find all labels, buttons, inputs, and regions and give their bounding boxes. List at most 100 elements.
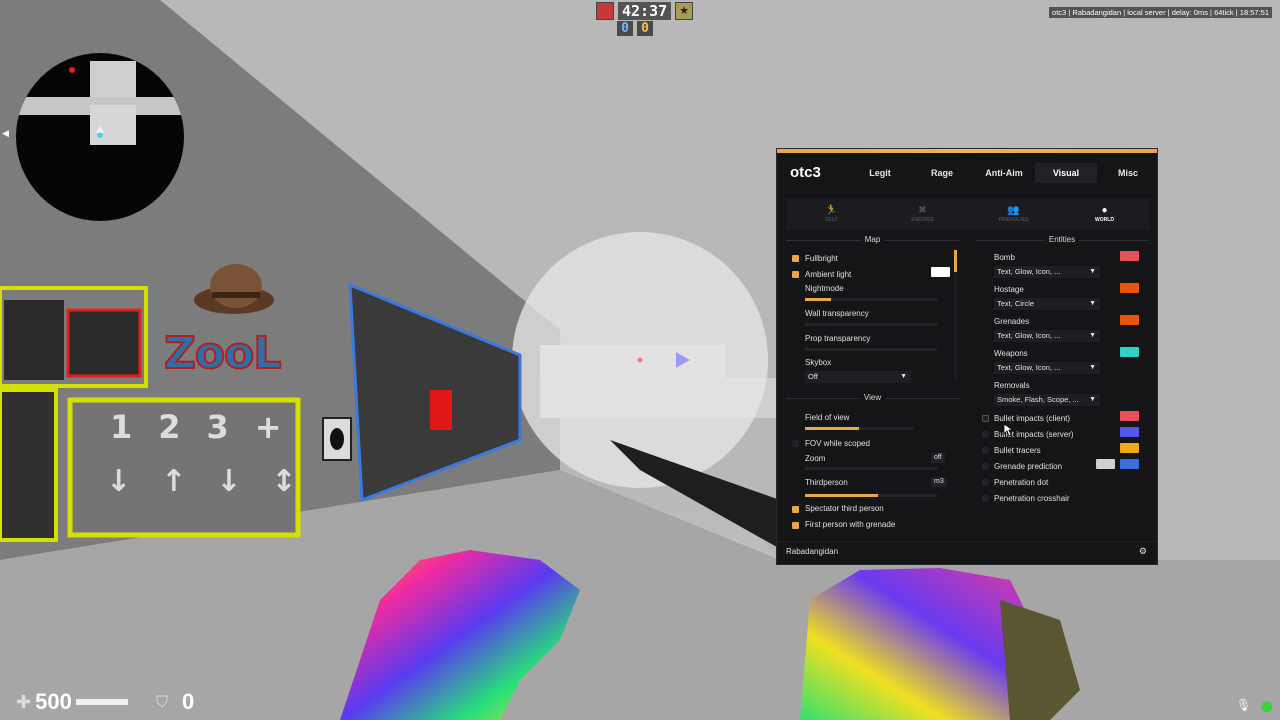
score-ct: 0 — [617, 21, 633, 36]
first-person-grenade-checkbox[interactable] — [792, 522, 799, 529]
tab-legit[interactable]: Legit — [849, 163, 911, 183]
hostage-value: Text, Circle — [997, 299, 1035, 308]
grenades-dropdown[interactable]: Text, Glow, Icon, ... ▼ — [994, 330, 1100, 342]
keypad-arrows: ↓ ↑ ↓ ↕ — [106, 464, 297, 499]
nightmode-slider[interactable] — [805, 298, 937, 301]
map-scrollbar[interactable] — [954, 250, 957, 380]
visual-subtabs: 🏃 SELF ✖ ENEMIES 👥 FRIENDLIES ● WORLD — [786, 198, 1150, 230]
bullet-tracers-label: Bullet tracers — [994, 446, 1041, 455]
penetration-crosshair-checkbox[interactable] — [982, 495, 989, 502]
subtab-enemies[interactable]: ✖ ENEMIES — [877, 198, 968, 230]
zoom-slider[interactable] — [805, 467, 937, 470]
bomb-color[interactable] — [1120, 251, 1139, 261]
tab-misc[interactable]: Misc — [1097, 163, 1159, 183]
penetration-crosshair-label: Penetration crosshair — [994, 494, 1070, 503]
tab-anti-aim[interactable]: Anti-Aim — [973, 163, 1035, 183]
keypad-digit: 1 — [110, 408, 133, 446]
otc3-menu-window[interactable]: otc3 Legit Rage Anti-Aim Visual Misc 🏃 S… — [776, 148, 1158, 565]
grenades-label: Grenades — [994, 317, 1030, 326]
field-of-view-label: Field of view — [805, 413, 850, 422]
wall-logo-text: ZooL — [163, 327, 282, 380]
scrollbar-thumb[interactable] — [954, 250, 957, 272]
zoom-keybind[interactable]: off — [931, 453, 945, 463]
bullet-tracers-color[interactable] — [1120, 443, 1139, 453]
bullet-impacts-client-label: Bullet impacts (client) — [994, 414, 1071, 423]
first-person-grenade-label: First person with grenade — [805, 520, 896, 529]
hostage-dropdown[interactable]: Text, Circle ▼ — [994, 298, 1100, 310]
grenade-prediction-color[interactable] — [1120, 459, 1139, 469]
health-display: ✚ 500 — [16, 689, 128, 715]
wall-transparency-slider[interactable] — [805, 323, 937, 326]
chevron-down-icon: ▼ — [1089, 268, 1096, 275]
spectator-third-person-checkbox[interactable] — [792, 506, 799, 513]
radar-arrow-icon: ◀ — [2, 129, 9, 139]
skybox-dropdown[interactable]: Off ▼ — [805, 371, 911, 383]
bomb-label: Bomb — [994, 253, 1015, 262]
weapons-label: Weapons — [994, 349, 1028, 358]
ambient-light-checkbox[interactable] — [792, 271, 799, 278]
server-info-watermark: otc3 | Rabadangidan | local server | del… — [1049, 7, 1272, 18]
subtab-friendlies[interactable]: 👥 FRIENDLIES — [968, 198, 1059, 230]
subtab-world[interactable]: ● WORLD — [1059, 198, 1150, 230]
fov-while-scoped-checkbox[interactable] — [792, 440, 799, 447]
nightmode-label: Nightmode — [805, 284, 844, 293]
entities-group-header: Entities — [975, 234, 1149, 246]
menu-header[interactable]: otc3 Legit Rage Anti-Aim Visual Misc — [777, 153, 1157, 193]
bomb-dropdown[interactable]: Text, Glow, Icon, ... ▼ — [994, 266, 1100, 278]
radar-map — [16, 61, 184, 145]
thirdperson-keybind[interactable]: m3 — [931, 477, 947, 487]
chevron-down-icon: ▼ — [1089, 300, 1096, 307]
voice-status-icon — [1261, 701, 1272, 712]
keypad-digit: + — [254, 408, 282, 446]
fullbright-checkbox[interactable] — [792, 255, 799, 262]
field-of-view-slider[interactable] — [805, 427, 913, 430]
tab-rage[interactable]: Rage — [911, 163, 973, 183]
subtab-self[interactable]: 🏃 SELF — [786, 198, 877, 230]
chevron-down-icon: ▼ — [1089, 332, 1096, 339]
bullet-tracers-checkbox[interactable] — [982, 447, 989, 454]
prop-transparency-label: Prop transparency — [805, 334, 871, 343]
grenade-prediction-label: Grenade prediction — [994, 462, 1063, 471]
skybox-value: Off — [808, 372, 818, 381]
chevron-down-icon: ▼ — [1089, 396, 1096, 403]
hostage-label: Hostage — [994, 285, 1024, 294]
removals-dropdown[interactable]: Smoke, Flash, Scope, ... ▼ — [994, 394, 1100, 406]
thirdperson-slider[interactable] — [805, 494, 937, 497]
armor-shield-icon: ⛉ — [156, 692, 169, 711]
team-scores: 0 0 — [617, 21, 653, 36]
fov-while-scoped-label: FOV while scoped — [805, 439, 870, 448]
health-value: 500 — [35, 689, 72, 714]
removals-label: Removals — [994, 381, 1030, 390]
radar-minimap — [16, 53, 184, 221]
bullet-impacts-server-color[interactable] — [1120, 427, 1139, 437]
gear-icon[interactable]: ⚙ — [1139, 546, 1147, 557]
grenades-value: Text, Glow, Icon, ... — [997, 331, 1061, 340]
ambient-light-color[interactable] — [931, 267, 950, 277]
grenade-prediction-color-2[interactable] — [1096, 459, 1115, 469]
weapons-color[interactable] — [1120, 347, 1139, 357]
round-timer-bar: 42:37 ★ — [596, 2, 694, 20]
arrow-icon: ↓ — [216, 464, 242, 499]
grenades-color[interactable] — [1120, 315, 1139, 325]
map-group-title: Map — [860, 234, 885, 246]
keypad-digit: 3 — [206, 408, 229, 446]
zoom-label: Zoom — [805, 454, 826, 463]
tab-visual[interactable]: Visual — [1035, 163, 1097, 183]
enemies-icon: ✖ — [918, 205, 927, 216]
arrow-icon: ↕ — [271, 464, 297, 499]
weapons-dropdown[interactable]: Text, Glow, Icon, ... ▼ — [994, 362, 1100, 374]
health-bar — [75, 699, 128, 705]
view-group-title: View — [859, 392, 886, 404]
main-tabs: Legit Rage Anti-Aim Visual Misc — [849, 163, 1159, 183]
bullet-impacts-server-checkbox[interactable] — [982, 431, 989, 438]
menu-title: otc3 — [790, 164, 821, 181]
penetration-dot-checkbox[interactable] — [982, 479, 989, 486]
removals-value: Smoke, Flash, Scope, ... — [997, 395, 1079, 404]
hostage-color[interactable] — [1120, 283, 1139, 293]
grenade-prediction-checkbox[interactable] — [982, 463, 989, 470]
map-group-header: Map — [786, 234, 959, 246]
prop-transparency-slider[interactable] — [805, 348, 937, 351]
bullet-impacts-client-color[interactable] — [1120, 411, 1139, 421]
bullet-impacts-client-checkbox[interactable] — [982, 415, 989, 422]
entities-group-title: Entities — [1044, 234, 1080, 246]
